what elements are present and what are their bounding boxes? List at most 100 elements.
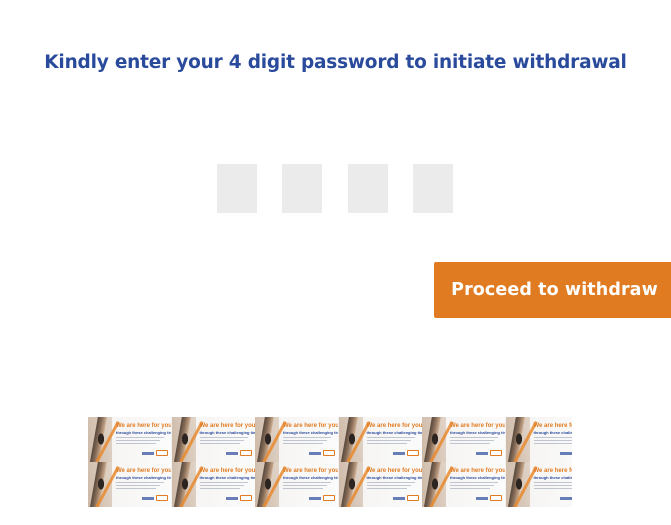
badge-icon [239, 495, 252, 501]
banner-headline: We are here for you [366, 468, 422, 474]
banner-body-text-line [450, 437, 498, 438]
banner-body-text-line [366, 443, 407, 444]
banner-headline: We are here for you [199, 423, 255, 429]
banner-body-text-line [199, 485, 244, 486]
badge-icon [323, 450, 335, 456]
banner-body-text-line [283, 443, 323, 444]
banner-subheadline: through these challenging times [533, 475, 573, 480]
withdrawal-pin-page: Kindly enter your 4 digit password to in… [0, 0, 671, 525]
banner-body-text-line [366, 440, 411, 441]
badge-icon [490, 450, 502, 456]
pin-input-group [217, 164, 454, 214]
badge-icon [156, 495, 168, 501]
banner-body-text-line [116, 440, 160, 441]
banner-tile: We are here for youthrough these challen… [422, 462, 505, 507]
banner-body-text-line [533, 482, 572, 483]
banner-headline: We are here for you [283, 423, 338, 429]
banner-body-text-line [366, 482, 415, 483]
banner-subheadline: through these challenging times [283, 475, 338, 480]
banner-body-text-line [450, 488, 490, 489]
banner-body-text-line [199, 488, 240, 489]
banner-tile: We are here for youthrough these challen… [88, 417, 171, 462]
pin-digit-1[interactable] [217, 164, 257, 213]
banner-body-text-line [366, 485, 411, 486]
banner-body-text-line [450, 440, 494, 441]
brand-logo-icon [309, 497, 321, 500]
pin-digit-3[interactable] [348, 164, 388, 213]
brand-logo-icon [559, 497, 572, 500]
brand-logo-icon [392, 452, 405, 455]
badge-icon [406, 495, 419, 501]
banner-headline: We are here for you [533, 468, 573, 474]
banner-body-text-line [450, 482, 498, 483]
banner-tile: We are here for youthrough these challen… [505, 417, 573, 462]
banner-tile: We are here for youthrough these challen… [88, 462, 171, 507]
banner-body-text-line [283, 488, 323, 489]
banner-subheadline: through these challenging times [450, 475, 505, 480]
banner-tile: We are here for youthrough these challen… [171, 417, 255, 462]
brand-logo-icon [476, 497, 488, 500]
banner-tile: We are here for youthrough these challen… [338, 462, 422, 507]
banner-headline: We are here for you [533, 423, 573, 429]
banner-headline: We are here for you [116, 468, 171, 474]
banner-tile: We are here for youthrough these challen… [255, 417, 338, 462]
banner-body-text-line [533, 488, 572, 489]
banner-body-text-line [283, 437, 331, 438]
banner-headline: We are here for you [450, 423, 505, 429]
badge-icon [239, 450, 252, 456]
banner-headline: We are here for you [366, 423, 422, 429]
banner-tile: We are here for youthrough these challen… [422, 417, 505, 462]
banner-tile: We are here for youthrough these challen… [338, 417, 422, 462]
banner-body-text-line [199, 440, 244, 441]
badge-icon [323, 495, 335, 501]
proceed-to-withdraw-button[interactable]: Proceed to withdraw [434, 262, 671, 318]
badge-icon [406, 450, 419, 456]
banner-body-text-line [116, 485, 160, 486]
brand-logo-icon [225, 497, 238, 500]
banner-body-text-line [533, 440, 572, 441]
banner-headline: We are here for you [199, 468, 255, 474]
badge-icon [156, 450, 168, 456]
banner-tile: We are here for youthrough these challen… [171, 462, 255, 507]
brand-logo-icon [225, 452, 238, 455]
banner-subheadline: through these challenging times [283, 430, 338, 435]
banner-body-text-line [199, 443, 240, 444]
banner-body-text-line [450, 443, 490, 444]
page-title: Kindly enter your 4 digit password to in… [44, 52, 627, 73]
banner-body-text-line [116, 482, 164, 483]
banner-tile: We are here for youthrough these challen… [505, 462, 573, 507]
banner-body-text-line [283, 482, 331, 483]
promo-banner[interactable]: We are here for you through these challen… [88, 417, 572, 507]
badge-icon [490, 495, 502, 501]
banner-body-text-line [366, 437, 415, 438]
brand-logo-icon [559, 452, 572, 455]
banner-body-text-line [533, 443, 572, 444]
banner-headline: We are here for you [283, 468, 338, 474]
banner-subheadline: through these challenging times [116, 475, 171, 480]
brand-logo-icon [476, 452, 488, 455]
banner-tile: We are here for youthrough these challen… [255, 462, 338, 507]
banner-body-text-line [450, 485, 494, 486]
banner-body-text-line [116, 443, 156, 444]
brand-logo-icon [392, 497, 405, 500]
banner-subheadline: through these challenging times [366, 475, 422, 480]
banner-subheadline: through these challenging times [199, 430, 255, 435]
pin-digit-4[interactable] [413, 164, 453, 213]
banner-body-text-line [366, 488, 407, 489]
pin-digit-2[interactable] [282, 164, 322, 213]
banner-subheadline: through these challenging times [116, 430, 171, 435]
banner-body-text-line [116, 437, 164, 438]
banner-body-text-line [116, 488, 156, 489]
banner-subheadline: through these challenging times [533, 430, 573, 435]
banner-subheadline: through these challenging times [450, 430, 505, 435]
banner-headline: We are here for you [450, 468, 505, 474]
brand-logo-icon [309, 452, 321, 455]
banner-body-text-line [199, 482, 248, 483]
banner-body-text-line [533, 485, 572, 486]
brand-logo-icon [142, 497, 154, 500]
banner-body-text-line [283, 440, 327, 441]
banner-headline: We are here for you [116, 423, 171, 429]
brand-logo-icon [142, 452, 154, 455]
banner-body-text-line [533, 437, 572, 438]
banner-subheadline: through these challenging times [366, 430, 422, 435]
